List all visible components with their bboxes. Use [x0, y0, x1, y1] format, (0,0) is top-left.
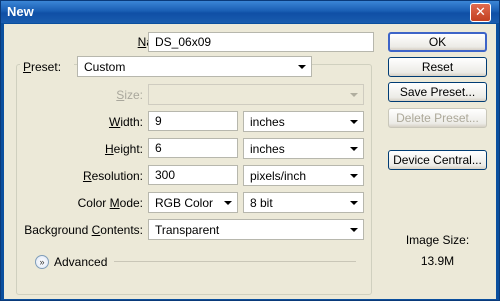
chevron-down-icon — [350, 147, 358, 151]
preset-select[interactable]: Custom — [77, 56, 312, 77]
chevron-down-icon — [350, 120, 358, 124]
advanced-label[interactable]: Advanced — [54, 255, 107, 269]
width-input[interactable]: 9 — [148, 111, 238, 131]
image-size-label: Image Size: — [405, 233, 470, 247]
preset-value: Custom — [84, 60, 126, 74]
chevron-down-icon — [350, 201, 358, 205]
advanced-divider — [114, 261, 356, 262]
bit-depth-select[interactable]: 8 bit — [243, 192, 364, 213]
title-bar[interactable]: New ✕ — [1, 1, 499, 23]
chevron-down-icon — [298, 65, 306, 69]
reset-button[interactable]: Reset — [388, 57, 487, 77]
image-size-value: 13.9M — [420, 254, 455, 268]
color-mode-select[interactable]: RGB Color — [148, 192, 238, 213]
chevron-down-icon — [350, 93, 358, 97]
chevron-down-icon — [350, 174, 358, 178]
delete-preset-button[interactable]: Delete Preset... — [388, 108, 487, 128]
background-contents-value: Transparent — [155, 223, 220, 237]
device-central-button[interactable]: Device Central... — [388, 150, 487, 170]
background-contents-select[interactable]: Transparent — [148, 219, 364, 240]
name-input[interactable]: DS_06x09 — [148, 32, 374, 52]
color-mode-value: RGB Color — [155, 196, 214, 210]
preset-label: Preset: — [20, 60, 74, 74]
height-input[interactable]: 6 — [148, 138, 238, 158]
color-mode-label: Color Mode: — [77, 196, 143, 210]
height-unit-value: inches — [250, 142, 285, 156]
save-preset-button[interactable]: Save Preset... — [388, 82, 487, 102]
size-label: Size: — [116, 88, 143, 102]
bit-depth-value: 8 bit — [250, 196, 273, 210]
height-unit-select[interactable]: inches — [243, 138, 364, 159]
width-unit-select[interactable]: inches — [243, 111, 364, 132]
chevron-down-icon — [224, 201, 232, 205]
width-label: Width: — [108, 115, 143, 129]
chevron-down-icon — [350, 228, 358, 232]
width-unit-value: inches — [250, 115, 285, 129]
new-document-dialog: New ✕ Name: DS_06x09 Preset: Custom Size… — [0, 0, 500, 301]
height-label: Height: — [104, 142, 143, 156]
resolution-input[interactable]: 300 — [148, 165, 238, 185]
window-title: New — [7, 4, 34, 19]
size-select[interactable] — [148, 84, 364, 105]
resolution-unit-value: pixels/inch — [250, 169, 307, 183]
resolution-unit-select[interactable]: pixels/inch — [243, 165, 364, 186]
advanced-expand-icon[interactable]: » — [35, 255, 49, 269]
close-button[interactable]: ✕ — [470, 3, 491, 22]
dialog-body: Name: DS_06x09 Preset: Custom Size: Widt… — [4, 24, 496, 299]
ok-button[interactable]: OK — [388, 32, 487, 52]
resolution-label: Resolution: — [82, 169, 143, 183]
background-contents-label: Background Contents: — [24, 223, 143, 237]
